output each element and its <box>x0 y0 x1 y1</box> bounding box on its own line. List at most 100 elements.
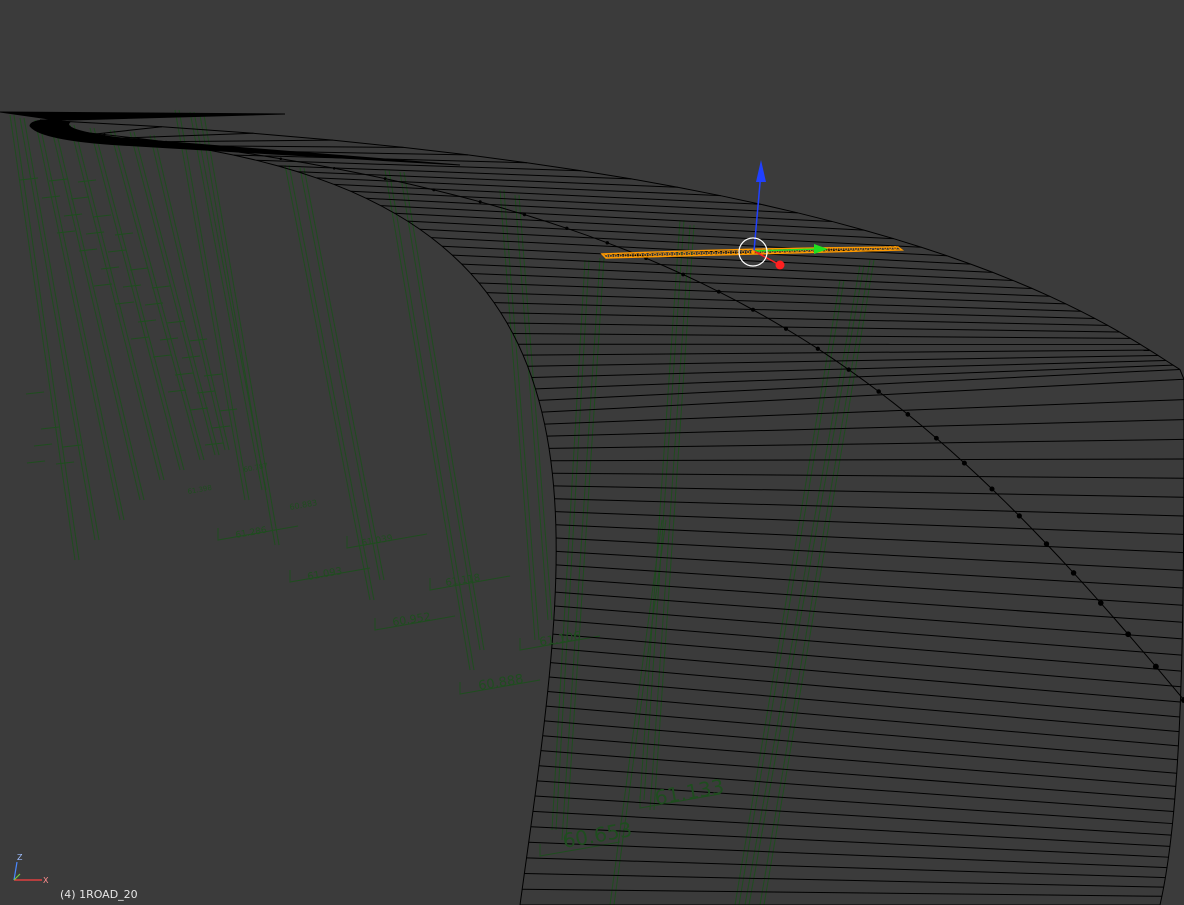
selected-vertex <box>677 252 682 256</box>
centerline-vertex <box>103 133 106 136</box>
survey-pole <box>174 109 246 501</box>
selected-vertex <box>653 252 657 257</box>
survey-tick <box>129 267 149 271</box>
elevation-label: 61.286 <box>235 526 268 541</box>
centerline-vertex <box>39 127 41 129</box>
centerline-vertex <box>605 241 610 245</box>
survey-pole <box>388 169 475 671</box>
road-cross-section <box>556 537 1184 571</box>
road-cross-section <box>547 691 1179 747</box>
survey-tick <box>218 408 238 412</box>
centerline-vertex <box>164 140 168 143</box>
survey-tick <box>204 442 224 446</box>
survey-pole-group <box>9 109 875 905</box>
centerline-vertex <box>905 412 911 417</box>
road-cross-section <box>540 750 1175 800</box>
survey-tick <box>144 302 164 306</box>
survey-tick <box>77 179 97 183</box>
selected-vertex <box>707 251 711 255</box>
centerline-vertex <box>751 307 755 312</box>
survey-tick <box>181 355 201 359</box>
survey-pole <box>89 127 181 471</box>
centerline-vertex <box>846 367 851 372</box>
survey-pole <box>73 124 165 481</box>
centerline-vertex <box>681 272 685 277</box>
survey-pole <box>288 164 375 601</box>
centerline-vertex <box>1016 513 1022 519</box>
road-cross-section <box>512 333 1131 339</box>
centerline-vertex <box>961 460 967 466</box>
centerline-vertex <box>815 346 820 351</box>
road-cross-section <box>555 511 1184 535</box>
survey-pole <box>9 114 76 561</box>
survey-pole <box>38 119 125 521</box>
survey-pole <box>284 164 371 601</box>
survey-pole <box>13 114 80 561</box>
centerline-vertex <box>383 177 387 181</box>
survey-pole <box>763 259 875 905</box>
road-cross-section <box>522 888 1162 897</box>
survey-tick <box>107 249 127 253</box>
road-cross-section <box>123 132 254 139</box>
road-cross-section <box>556 550 1184 589</box>
selected-vertex <box>702 251 706 255</box>
road-cross-section <box>154 139 333 143</box>
road-cross-section <box>394 212 894 240</box>
elevation-label: 61.093 <box>307 566 343 583</box>
survey-tick <box>166 320 186 324</box>
elevation-label: 60.653 <box>561 817 634 853</box>
survey-pole <box>49 121 141 501</box>
road-cross-section <box>528 841 1168 869</box>
centerline-vertex <box>332 166 336 170</box>
survey-pole <box>129 131 216 456</box>
survey-pole <box>384 169 471 671</box>
elevation-label: 60.883 <box>289 498 318 512</box>
survey-tick <box>196 390 216 394</box>
viewport-scene[interactable]: 61.286 61.093 61.039 60.952 61.118 60.88… <box>0 0 1184 905</box>
road-cross-section <box>366 197 833 222</box>
road-centerline-vertices[interactable] <box>39 127 1184 703</box>
elevation-label: 60.787 <box>243 462 269 474</box>
road-cross-section <box>538 765 1174 813</box>
survey-tick <box>70 196 90 200</box>
centerline-vertex <box>1125 631 1132 638</box>
3d-viewport[interactable]: 61.286 61.093 61.039 60.952 61.118 60.88… <box>0 0 1184 905</box>
selected-vertex <box>692 251 696 256</box>
selected-vertex <box>682 252 687 256</box>
axis-orientation-widget: Z X <box>13 853 49 885</box>
road-mesh-wireframe[interactable] <box>0 111 1184 905</box>
survey-tick <box>130 336 150 340</box>
centerline-vertex <box>1043 541 1050 547</box>
road-cross-section <box>550 458 1184 462</box>
road-far-tail <box>0 111 461 166</box>
gizmo-z-arrow <box>756 160 766 182</box>
road-cross-section <box>350 190 798 214</box>
selected-vertex <box>697 251 701 256</box>
centerline-vertex <box>933 435 939 441</box>
road-cross-section <box>549 438 1184 449</box>
survey-tick <box>33 443 53 447</box>
centerline-path <box>39 127 1184 701</box>
survey-pole <box>109 129 201 461</box>
centerline-vertex <box>1152 663 1159 670</box>
survey-tick <box>93 283 113 287</box>
road-cross-section <box>526 857 1166 879</box>
survey-tick <box>92 214 112 218</box>
survey-tick <box>78 248 98 252</box>
survey-tick <box>25 391 45 395</box>
survey-tick <box>26 460 46 464</box>
centerline-vertex <box>223 148 226 152</box>
road-cross-section <box>553 485 1184 498</box>
road-cross-section <box>542 735 1176 787</box>
road-cross-section <box>546 419 1184 437</box>
road-cross-section <box>554 498 1184 517</box>
active-object-label: (4) 1ROAD_20 <box>60 888 138 901</box>
survey-tick <box>174 372 194 376</box>
road-cross-section <box>546 705 1178 761</box>
survey-pole <box>93 127 185 471</box>
centerline-vertex <box>716 289 721 294</box>
road-cross-section <box>544 720 1177 774</box>
gizmo-pivot-dot <box>751 250 755 254</box>
elevation-label: 61.118 <box>445 573 481 589</box>
road-cross-section <box>551 647 1181 703</box>
